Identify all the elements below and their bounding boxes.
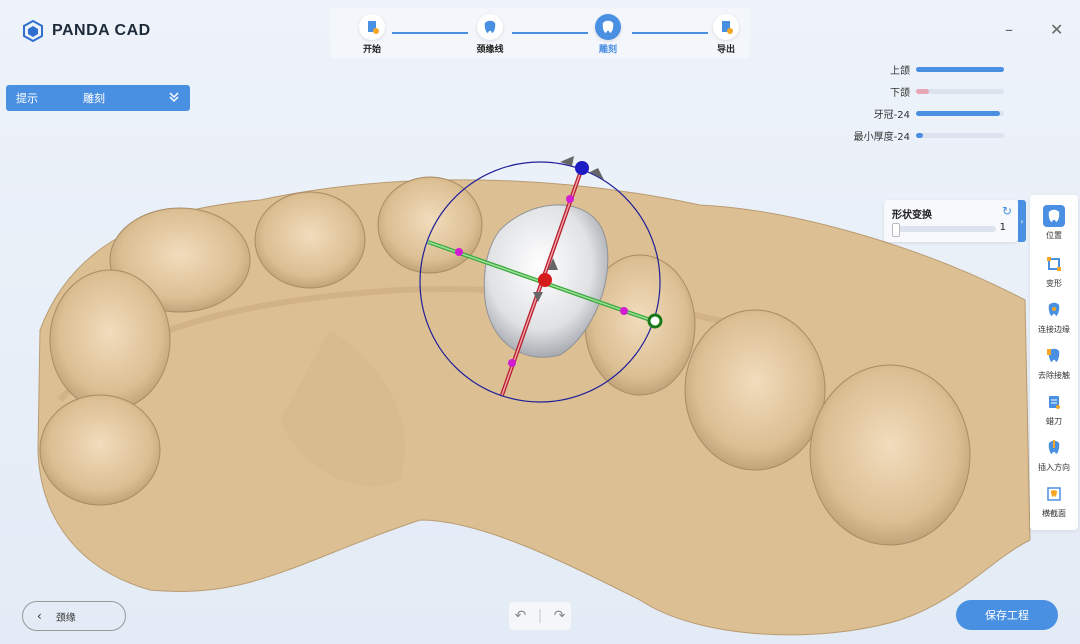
visibility-row-lower: 下颌 bbox=[844, 80, 1004, 102]
tooth-icon bbox=[484, 20, 496, 33]
transform-icon bbox=[1047, 257, 1061, 271]
tool-label: 蜡刀 bbox=[1046, 417, 1062, 426]
export-icon bbox=[722, 21, 733, 34]
visibility-label: 最小厚度-24 bbox=[853, 131, 910, 143]
save-project-button[interactable]: 保存工程 bbox=[956, 600, 1058, 630]
shape-slider[interactable] bbox=[892, 226, 996, 232]
tool-wax-knife[interactable]: 蜡刀 bbox=[1030, 391, 1078, 427]
visibility-label: 牙冠-24 bbox=[873, 109, 910, 121]
hint-label: 提示 bbox=[16, 92, 38, 105]
step-label: 导出 bbox=[716, 45, 735, 55]
shape-transform-panel: 形状变换 ↻ 1 bbox=[884, 200, 1018, 242]
tool-label: 连接边缘 bbox=[1038, 325, 1070, 334]
tool-sidebar: 位置 变形 连接边缘 去除接触 蜡刀 插入方向 横截面 bbox=[1030, 195, 1078, 530]
step-connector bbox=[512, 32, 588, 34]
redo-icon[interactable]: ↷ bbox=[554, 608, 566, 624]
undo-redo-group: ↶ | ↷ bbox=[509, 602, 571, 630]
collapse-panel-button[interactable]: › bbox=[1018, 200, 1026, 242]
opacity-slider[interactable] bbox=[916, 132, 1004, 138]
tooth-sculpt-icon bbox=[602, 20, 614, 33]
panel-title: 形状变换 bbox=[892, 210, 932, 221]
hint-dropdown[interactable]: 提示 雕刻 bbox=[6, 85, 190, 111]
panda-logo-icon bbox=[23, 20, 43, 42]
reset-icon[interactable]: ↻ bbox=[1002, 204, 1012, 218]
tool-remove-contact[interactable]: 去除接触 bbox=[1030, 345, 1078, 381]
shape-value: 1 bbox=[999, 222, 1006, 233]
step-label: 颈缘线 bbox=[476, 45, 504, 55]
step-connector bbox=[392, 32, 468, 34]
chevron-left-icon: ‹ bbox=[37, 609, 42, 623]
back-button[interactable]: ‹ 颈缘 bbox=[22, 601, 126, 631]
close-icon[interactable]: ✕ bbox=[1050, 20, 1063, 39]
cross-section-icon bbox=[1047, 487, 1061, 501]
back-label: 颈缘 bbox=[55, 612, 76, 624]
remove-contact-icon bbox=[1047, 348, 1060, 362]
tool-insertion-direction[interactable]: 插入方向 bbox=[1030, 437, 1078, 473]
step-start[interactable]: 开始 bbox=[342, 14, 402, 55]
tool-label: 插入方向 bbox=[1038, 463, 1070, 472]
tooth-position-icon bbox=[1048, 209, 1060, 222]
opacity-slider[interactable] bbox=[916, 110, 1004, 116]
workflow-steps: 开始 颈缘线 雕刻 导出 bbox=[330, 8, 750, 58]
margin-connect-icon bbox=[1048, 302, 1060, 316]
visibility-row-crown: 牙冠-24 bbox=[844, 102, 1004, 124]
visibility-panel: 上颌 下颌 牙冠-24 最小厚度-24 bbox=[844, 58, 1004, 146]
tool-position[interactable]: 位置 bbox=[1030, 205, 1078, 241]
double-chevron-down-icon bbox=[168, 90, 180, 107]
step-sculpt[interactable]: 雕刻 bbox=[578, 14, 638, 55]
tool-label: 横截面 bbox=[1042, 509, 1066, 518]
tool-label: 位置 bbox=[1046, 231, 1062, 240]
tool-connect-margin[interactable]: 连接边缘 bbox=[1030, 299, 1078, 335]
visibility-label: 下颌 bbox=[890, 87, 910, 99]
tool-deform[interactable]: 变形 bbox=[1030, 253, 1078, 289]
undo-icon[interactable]: ↶ bbox=[515, 608, 527, 624]
tool-cross-section[interactable]: 横截面 bbox=[1030, 483, 1078, 519]
slider-handle[interactable] bbox=[892, 223, 900, 237]
opacity-slider[interactable] bbox=[916, 88, 1004, 94]
tool-label: 去除接触 bbox=[1038, 371, 1070, 380]
opacity-slider[interactable] bbox=[916, 66, 1004, 72]
visibility-row-upper: 上颌 bbox=[844, 58, 1004, 80]
step-label: 开始 bbox=[362, 45, 381, 55]
step-label: 雕刻 bbox=[598, 45, 617, 55]
divider: | bbox=[537, 608, 543, 624]
step-margin-line[interactable]: 颈缘线 bbox=[460, 14, 520, 55]
app-logo: PANDA CAD bbox=[22, 20, 151, 42]
tool-label: 变形 bbox=[1046, 279, 1062, 288]
insertion-direction-icon bbox=[1048, 440, 1060, 454]
minimize-icon[interactable]: – bbox=[1005, 20, 1013, 39]
step-export[interactable]: 导出 bbox=[696, 14, 756, 55]
visibility-row-min-thickness: 最小厚度-24 bbox=[844, 124, 1004, 146]
hint-value: 雕刻 bbox=[83, 92, 105, 105]
document-icon bbox=[368, 21, 379, 34]
app-title: PANDA CAD bbox=[52, 22, 151, 39]
visibility-label: 上颌 bbox=[890, 65, 910, 77]
wax-knife-icon bbox=[1049, 396, 1060, 409]
